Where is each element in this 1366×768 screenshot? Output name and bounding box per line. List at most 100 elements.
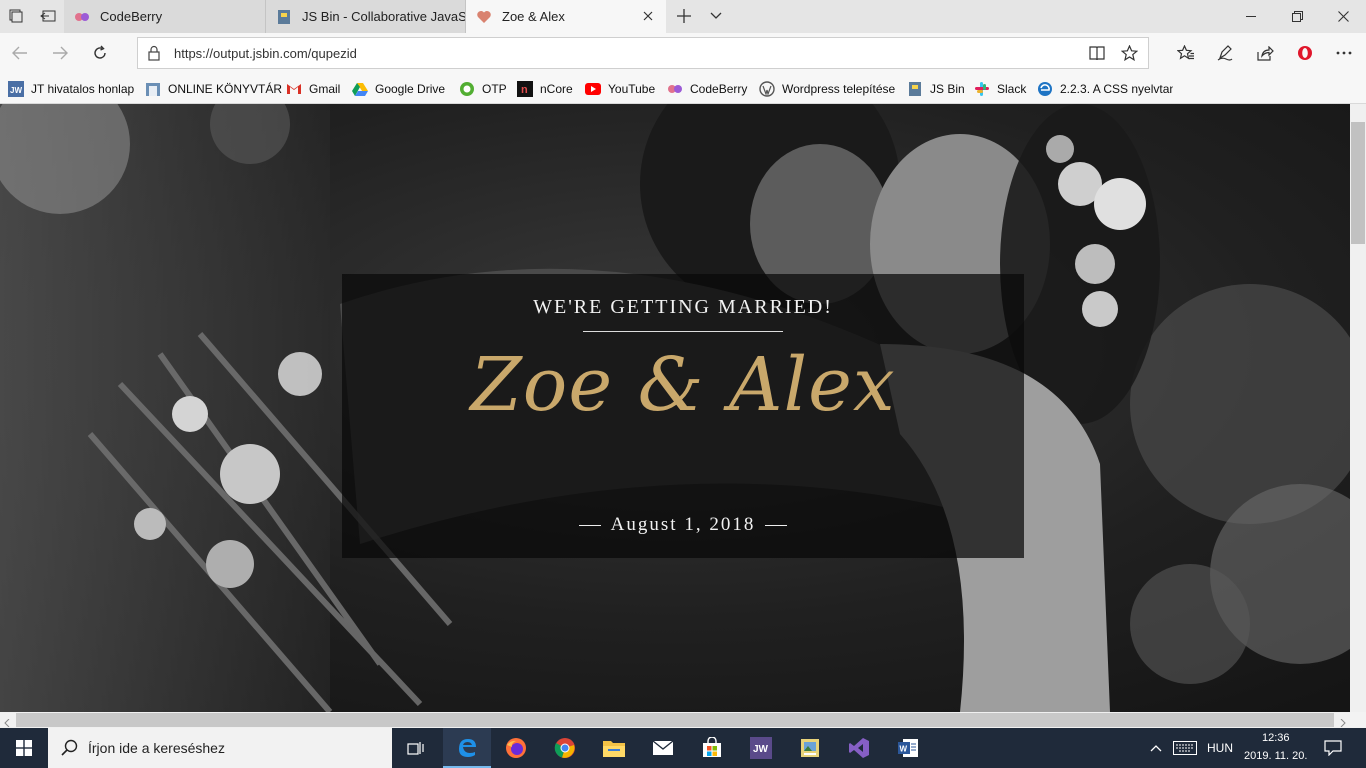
notifications-icon[interactable] bbox=[1324, 740, 1342, 759]
horizontal-scroll-thumb[interactable] bbox=[16, 713, 1334, 727]
drive-icon bbox=[352, 81, 368, 97]
page-content: WE'RE GETTING MARRIED! Zoe & Alex August… bbox=[0, 104, 1350, 712]
taskbar-file-explorer-icon[interactable] bbox=[590, 728, 638, 768]
tab-codeberry[interactable]: CodeBerry bbox=[64, 0, 266, 33]
ncore-icon: n bbox=[517, 81, 533, 97]
favorite-wordpress[interactable]: Wordpress telepítése bbox=[759, 80, 895, 98]
favorite-label: Slack bbox=[997, 82, 1027, 96]
date-dash-right bbox=[765, 525, 788, 527]
favorite-online-konyvtar[interactable]: ONLINE KÖNYVTÁR bbox=[145, 80, 282, 98]
favorite-css-nyelvtana[interactable]: 2.2.3. A CSS nyelvtana bbox=[1037, 80, 1173, 98]
favorite-label: YouTube bbox=[608, 82, 656, 96]
lock-icon[interactable] bbox=[148, 45, 160, 64]
codeberry-icon bbox=[74, 9, 90, 25]
input-language[interactable]: HUN bbox=[1207, 741, 1233, 755]
kicker-divider bbox=[583, 331, 783, 332]
close-window-icon[interactable] bbox=[1320, 0, 1366, 32]
favorite-label: 2.2.3. A CSS nyelvtana bbox=[1060, 82, 1173, 96]
back-icon[interactable] bbox=[4, 37, 36, 69]
more-menu-icon[interactable] bbox=[1328, 37, 1360, 69]
taskbar: Írjon ide a kereséshez JW W HUN 12:36 20… bbox=[0, 728, 1366, 768]
codeberry-icon bbox=[667, 81, 683, 97]
favorite-youtube[interactable]: YouTube bbox=[585, 80, 655, 98]
web-note-icon[interactable] bbox=[1209, 37, 1241, 69]
windows-start-icon[interactable] bbox=[0, 728, 48, 768]
youtube-icon bbox=[585, 81, 601, 97]
gmail-icon bbox=[286, 81, 302, 97]
navigation-bar: https://output.jsbin.com/qupezid bbox=[0, 33, 1366, 73]
favorite-label: Google Drive bbox=[375, 82, 446, 96]
taskbar-chrome-icon[interactable] bbox=[541, 728, 589, 768]
taskbar-word-icon[interactable]: W bbox=[884, 728, 932, 768]
touch-keyboard-icon[interactable] bbox=[1173, 741, 1197, 758]
taskbar-edge-icon[interactable] bbox=[443, 728, 491, 768]
tab-zoe-alex[interactable]: Zoe & Alex bbox=[466, 0, 666, 33]
clock-time[interactable]: 12:36 bbox=[1262, 732, 1290, 744]
svg-text:JW: JW bbox=[10, 86, 22, 95]
tab-jsbin[interactable]: JS Bin - Collaborative JavaScr bbox=[266, 0, 466, 33]
clock-date[interactable]: 2019. 11. 20. bbox=[1244, 750, 1307, 762]
jsbin-icon bbox=[907, 81, 923, 97]
taskbar-jw-library-icon[interactable]: JW bbox=[737, 728, 785, 768]
task-view-icon[interactable] bbox=[392, 728, 440, 768]
favorite-label: CodeBerry bbox=[690, 82, 748, 96]
tab-title: JS Bin - Collaborative JavaScr bbox=[302, 9, 466, 24]
share-icon[interactable] bbox=[1249, 37, 1281, 69]
favorite-label: JS Bin bbox=[930, 82, 965, 96]
favorite-ncore[interactable]: n nCore bbox=[517, 80, 573, 98]
svg-text:W: W bbox=[900, 745, 908, 754]
taskbar-mail-icon[interactable] bbox=[639, 728, 687, 768]
favorite-jt-hivatalos[interactable]: JW JT hivatalos honlap bbox=[8, 80, 134, 98]
forward-icon[interactable] bbox=[44, 37, 76, 69]
date-dash-left bbox=[578, 525, 601, 527]
taskbar-store-icon[interactable] bbox=[688, 728, 736, 768]
taskbar-search[interactable]: Írjon ide a kereséshez bbox=[48, 728, 392, 768]
tab-preview-chevron-icon[interactable] bbox=[700, 0, 732, 32]
minimize-icon[interactable] bbox=[1228, 0, 1274, 32]
otp-icon bbox=[459, 81, 475, 97]
wedding-date: August 1, 2018 bbox=[610, 514, 756, 535]
favorite-slack[interactable]: Slack bbox=[974, 80, 1026, 98]
favorite-star-icon[interactable] bbox=[1120, 44, 1139, 64]
edge-icon bbox=[1037, 81, 1053, 97]
tab-list-icon[interactable] bbox=[0, 0, 32, 32]
taskbar-firefox-icon[interactable] bbox=[492, 728, 540, 768]
url-text[interactable]: https://output.jsbin.com/qupezid bbox=[174, 46, 357, 61]
new-tab-icon[interactable] bbox=[668, 0, 700, 32]
address-bar[interactable]: https://output.jsbin.com/qupezid bbox=[137, 37, 1149, 69]
couple-names: Zoe & Alex bbox=[470, 342, 896, 428]
wordpress-icon bbox=[759, 81, 775, 97]
taskbar-visual-studio-icon[interactable] bbox=[835, 728, 883, 768]
library-icon bbox=[145, 81, 161, 97]
wedding-date-row: August 1, 2018 bbox=[342, 514, 1024, 536]
set-aside-tabs-icon[interactable] bbox=[32, 0, 64, 32]
tab-title: Zoe & Alex bbox=[502, 9, 565, 24]
favorite-codeberry[interactable]: CodeBerry bbox=[667, 80, 747, 98]
favorite-jsbin[interactable]: JS Bin bbox=[907, 80, 965, 98]
favorite-google-drive[interactable]: Google Drive bbox=[352, 80, 445, 98]
taskbar-photo-app-icon[interactable] bbox=[786, 728, 834, 768]
restore-icon[interactable] bbox=[1274, 0, 1320, 32]
favorite-label: Wordpress telepítése bbox=[782, 82, 896, 96]
opera-icon[interactable] bbox=[1289, 37, 1321, 69]
reading-view-icon[interactable] bbox=[1089, 46, 1105, 64]
vertical-scroll-thumb[interactable] bbox=[1351, 122, 1365, 244]
favorite-otp[interactable]: OTP bbox=[459, 80, 507, 98]
hero-kicker: WE'RE GETTING MARRIED! bbox=[533, 296, 833, 318]
favorite-label: nCore bbox=[540, 82, 573, 96]
svg-text:n: n bbox=[521, 84, 528, 96]
heart-icon bbox=[476, 9, 492, 25]
favorites-hub-icon[interactable] bbox=[1170, 37, 1202, 69]
close-tab-icon[interactable] bbox=[640, 8, 656, 24]
tab-bar: CodeBerry JS Bin - Collaborative JavaScr… bbox=[0, 0, 1366, 33]
favorite-gmail[interactable]: Gmail bbox=[286, 80, 340, 98]
svg-text:JW: JW bbox=[753, 744, 769, 755]
refresh-icon[interactable] bbox=[84, 37, 116, 69]
show-hidden-icons-chevron-icon[interactable] bbox=[1150, 741, 1162, 755]
tab-title: CodeBerry bbox=[100, 9, 163, 24]
search-placeholder: Írjon ide a kereséshez bbox=[88, 740, 225, 756]
search-icon bbox=[61, 739, 78, 759]
favorite-label: JT hivatalos honlap bbox=[31, 82, 135, 96]
favorites-bar: JW JT hivatalos honlap ONLINE KÖNYVTÁR G… bbox=[0, 73, 1366, 104]
hero-overlay: WE'RE GETTING MARRIED! Zoe & Alex August… bbox=[342, 274, 1024, 558]
